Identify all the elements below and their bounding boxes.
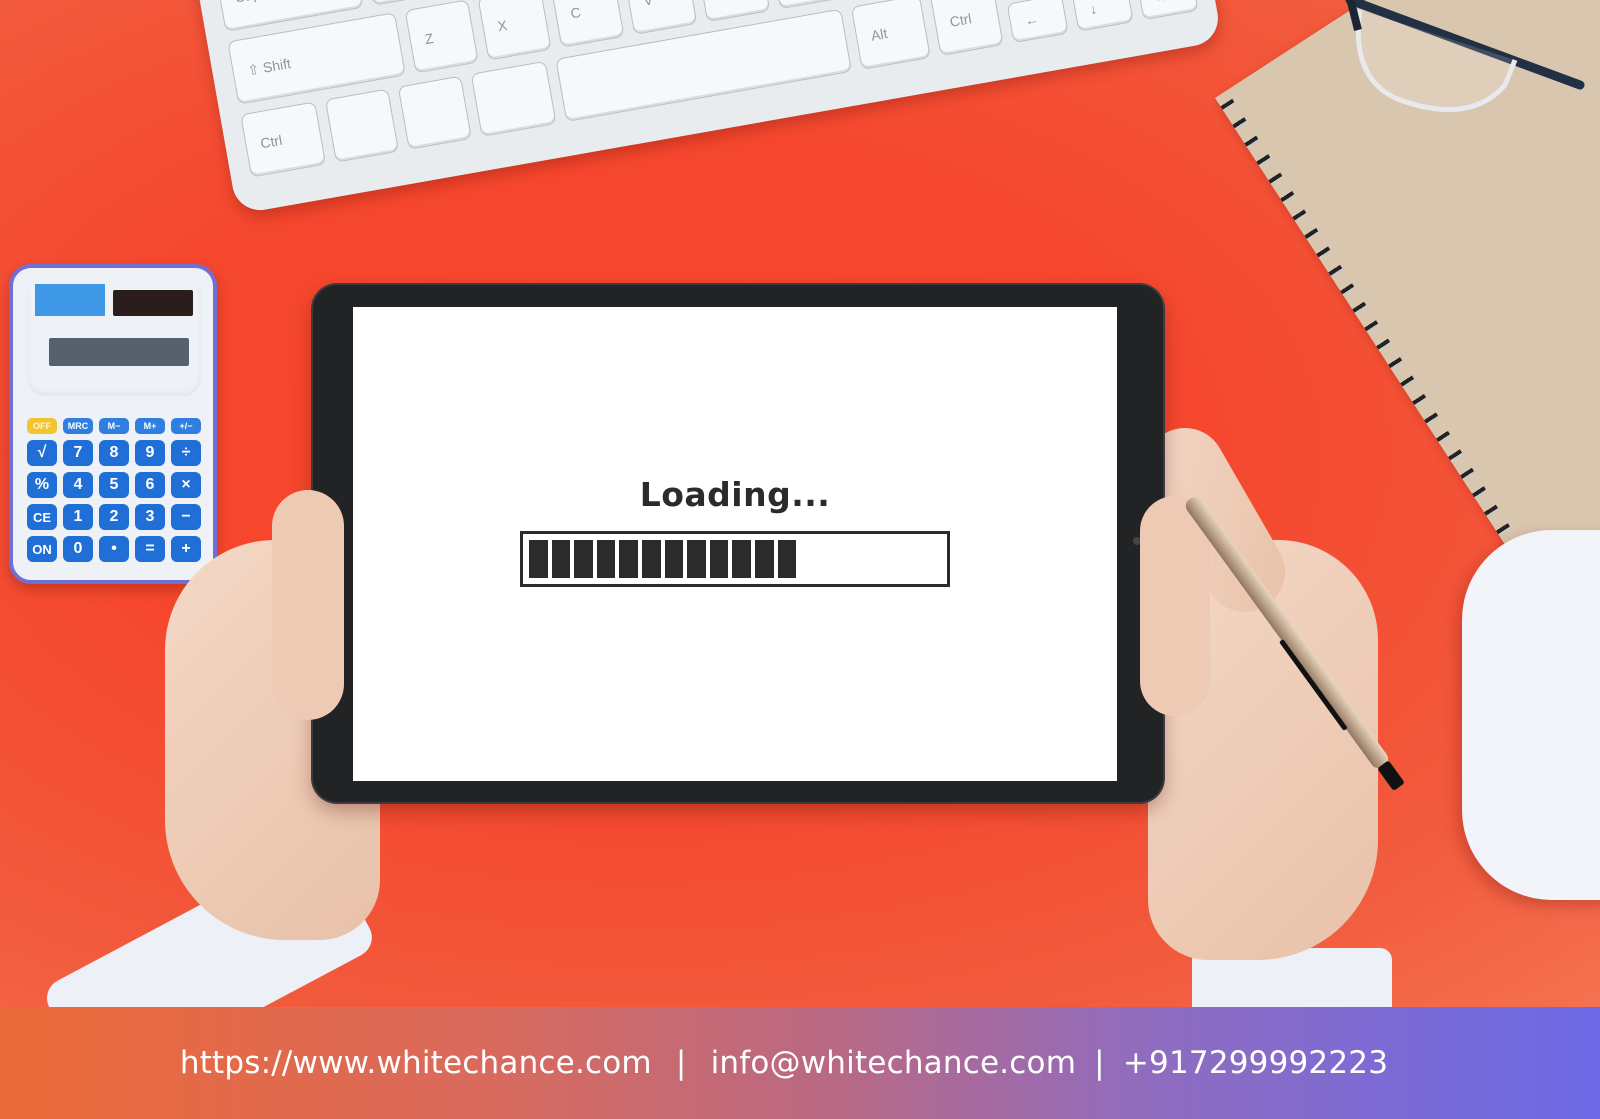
calc-key-decimal: • <box>99 536 129 562</box>
key-alt: Alt <box>850 0 931 70</box>
phone-link[interactable]: +917299992223 <box>1123 1045 1388 1081</box>
calculator: OFF MRC M− M+ +/− √ 7 8 9 ÷ % 4 5 6 × CE… <box>9 264 217 584</box>
separator: | <box>675 1045 687 1081</box>
key-arrow-down: ↓ <box>1071 0 1134 32</box>
calc-key-7: 7 <box>63 440 93 466</box>
calc-key-equals: = <box>135 536 165 562</box>
calc-key-0: 0 <box>63 536 93 562</box>
loading-progress-bar <box>520 531 950 587</box>
calc-key-ce: CE <box>27 504 57 530</box>
computer-mouse <box>1462 530 1600 900</box>
calc-key-minus: − <box>171 504 201 530</box>
calculator-keypad: OFF MRC M− M+ +/− √ 7 8 9 ÷ % 4 5 6 × CE… <box>27 418 201 562</box>
progress-segment <box>777 540 797 578</box>
key-a: A <box>362 0 437 6</box>
key <box>470 60 557 137</box>
key <box>397 75 472 150</box>
key-c: C <box>550 0 625 48</box>
calc-key-2: 2 <box>99 504 129 530</box>
progress-segment <box>754 540 774 578</box>
contact-footer: https://www.whitechance.com | info@white… <box>0 1007 1600 1119</box>
calc-key-m-plus: M+ <box>135 418 165 434</box>
desk-scene: Tab Caps Lock A S D F ⇧ Shift Z X C V B … <box>0 0 1600 1007</box>
solar-panel <box>113 290 193 316</box>
calc-key-9: 9 <box>135 440 165 466</box>
left-thumb <box>272 490 344 720</box>
website-link[interactable]: https://www.whitechance.com <box>180 1045 652 1081</box>
progress-segment <box>551 540 571 578</box>
key-shift-label: Shift <box>261 55 293 76</box>
calc-key-plus: + <box>171 536 201 562</box>
contact-info: https://www.whitechance.com | info@white… <box>180 1045 1388 1081</box>
tablet-screen: Loading... <box>353 307 1117 781</box>
calc-key-sqrt: √ <box>27 440 57 466</box>
key-v: V <box>623 0 698 35</box>
progress-segment <box>596 540 616 578</box>
progress-segment <box>641 540 661 578</box>
calc-key-percent: % <box>27 472 57 498</box>
calc-key-4: 4 <box>63 472 93 498</box>
progress-segment <box>529 540 548 578</box>
key-arrow-left: ← <box>1006 0 1069 44</box>
calc-key-divide: ÷ <box>171 440 201 466</box>
progress-segment <box>687 540 706 578</box>
calc-key-mrc: MRC <box>63 418 93 434</box>
progress-segment <box>664 540 684 578</box>
key-arrow-right: → <box>1136 0 1199 21</box>
calculator-display <box>49 338 189 366</box>
progress-segments <box>529 540 941 578</box>
key-n: N <box>768 0 844 10</box>
separator: | <box>1094 1045 1105 1081</box>
key-b: B <box>696 0 771 23</box>
calc-key-plus-minus: +/− <box>171 418 201 434</box>
key-x: X <box>477 0 552 61</box>
keyboard: Tab Caps Lock A S D F ⇧ Shift Z X C V B … <box>175 0 1223 215</box>
key-ctrl-right: Ctrl <box>929 0 1004 57</box>
loading-label: Loading... <box>639 475 831 514</box>
email-link[interactable]: info@whitechance.com <box>711 1045 1077 1081</box>
calc-key-multiply: × <box>171 472 201 498</box>
calc-key-3: 3 <box>135 504 165 530</box>
tablet-device: Loading... <box>313 285 1163 802</box>
calc-key-5: 5 <box>99 472 129 498</box>
progress-segment <box>574 540 593 578</box>
progress-segment <box>732 540 751 578</box>
calc-key-1: 1 <box>63 504 93 530</box>
progress-segment <box>619 540 638 578</box>
calc-key-on: ON <box>27 536 57 562</box>
key <box>324 88 400 163</box>
key-z: Z <box>404 0 479 74</box>
right-thumb <box>1140 496 1210 716</box>
eyeglasses-icon <box>1345 0 1585 113</box>
calc-key-m-minus: M− <box>99 418 129 434</box>
calculator-label-panel <box>35 284 105 316</box>
shift-icon: ⇧ <box>246 60 261 78</box>
progress-segment <box>709 540 729 578</box>
calc-key-6: 6 <box>135 472 165 498</box>
calc-key-off: OFF <box>27 418 57 434</box>
calc-key-8: 8 <box>99 440 129 466</box>
key-ctrl: Ctrl <box>240 101 327 178</box>
pen-tip <box>1377 760 1405 792</box>
